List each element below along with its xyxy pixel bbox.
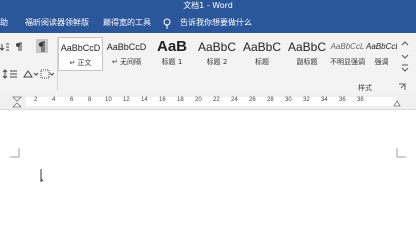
shading-icon[interactable] [22,69,40,79]
ruler-number: 22 [213,97,220,103]
ruler-number: 30 [285,97,292,103]
page-corner-mark [10,148,20,158]
ruler-number: 24 [231,97,238,103]
style-subtle-emphasis[interactable]: AaBbCcL 不明显强调 [330,37,365,71]
document-page[interactable] [0,110,416,243]
show-marks-icon[interactable] [14,42,24,52]
ruler-number: 6 [70,97,74,103]
line-spacing-icon[interactable] [2,69,18,79]
sort-icon[interactable] [0,42,10,52]
ruler-number: 12 [123,97,130,103]
style-no-spacing[interactable]: AaBbCcD ↵ 无间隔 [104,37,149,71]
pilcrow-icon [38,41,45,52]
toggle-formatting-button[interactable] [36,39,48,53]
ruler-number: 26 [249,97,256,103]
ribbon: AaBbCcD ↵ 正文 AaBbCcD ↵ 无间隔 AaB 标题 1 AaBb… [0,33,416,96]
ruler-number: 34 [321,97,328,103]
text-cursor [40,169,44,182]
ruler-number: 36 [339,97,346,103]
ruler-number: 10 [105,97,112,103]
menu-help[interactable]: 助 [0,13,8,33]
menu-bar: 助 福昕阅读器领鲜版 巅得宽的工具 告诉我你想要做什么 [0,13,416,33]
style-subtitle[interactable]: AaBbC 副标题 [285,37,329,71]
window-title: 文档1 - Word [183,1,233,10]
dialog-launcher-icon[interactable] [398,83,406,91]
scroll-up-icon[interactable] [401,41,409,46]
ruler-number: 2 [34,97,38,103]
horizontal-ruler[interactable]: 2 4 6 8 10 12 14 16 18 20 22 24 26 28 30… [0,95,416,110]
page-corner-mark [396,148,406,158]
menu-foxit-reader[interactable]: 福昕阅读器领鲜版 [25,13,89,33]
style-heading-2[interactable]: AaBbC 标题 2 [195,37,239,71]
style-normal[interactable]: AaBbCcD ↵ 正文 [58,37,103,71]
ruler-number: 38 [357,97,364,103]
menu-tools[interactable]: 巅得宽的工具 [103,13,151,33]
lightbulb-icon [163,18,171,29]
ruler-number: 32 [303,97,310,103]
title-bar: 文档1 - Word [0,0,416,13]
ruler-number: 20 [195,97,202,103]
ruler-number: 14 [141,97,148,103]
tell-me-search[interactable]: 告诉我你想要做什么 [180,13,252,33]
ruler-number: 8 [88,97,92,103]
ruler-number: 16 [159,97,166,103]
style-title[interactable]: AaBbC 标题 [240,37,284,71]
styles-gallery-scroll[interactable] [398,37,412,73]
indent-marker-icon[interactable] [12,96,22,108]
ruler-number: 28 [267,97,274,103]
scroll-down-icon[interactable] [401,54,409,59]
ruler-number: 18 [177,97,184,103]
more-styles-icon[interactable] [401,64,409,72]
styles-group-label: 样式 [358,84,372,92]
borders-icon[interactable] [40,69,54,79]
right-indent-marker-icon[interactable] [393,100,401,108]
style-emphasis[interactable]: AaBbCcL 强调 [366,37,397,71]
ruler-number: 4 [52,97,56,103]
style-heading-1[interactable]: AaB 标题 1 [150,37,194,71]
